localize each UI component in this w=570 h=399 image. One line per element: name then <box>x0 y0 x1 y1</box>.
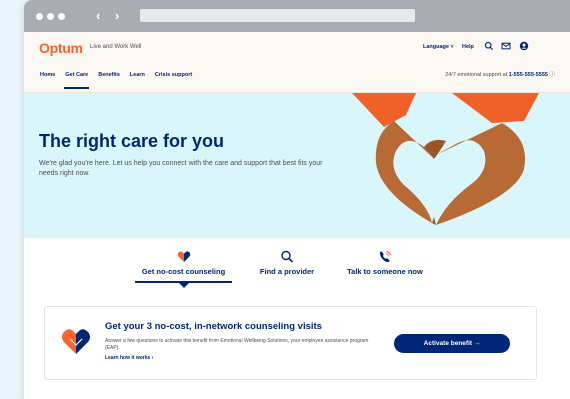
counseling-card: Get your 3 no-cost, in-network counselin… <box>44 306 537 380</box>
activate-benefit-button[interactable]: Activate benefit → <box>394 334 510 353</box>
tagline: Live and Work Well <box>90 44 142 50</box>
address-bar[interactable] <box>140 9 415 22</box>
card-title: Get your 3 no-cost, in-network counselin… <box>105 321 322 332</box>
language-selector[interactable]: Language ˅ <box>423 44 454 50</box>
support-phone-link[interactable]: 1-555-555-5555 <box>509 72 548 78</box>
tab-find-provider[interactable]: Find a provider <box>252 250 322 276</box>
search-icon[interactable] <box>484 41 494 51</box>
nav-home[interactable]: Home <box>40 72 55 78</box>
account-icon[interactable] <box>519 41 529 51</box>
info-icon[interactable]: ⓘ <box>549 72 555 78</box>
magnifier-icon <box>281 250 294 263</box>
nav-benefits[interactable]: Benefits <box>98 72 120 78</box>
hero-title: The right care for you <box>39 131 225 151</box>
tab-label-provider: Find a provider <box>259 267 315 276</box>
tab-talk-now[interactable]: Talk to someone now <box>340 250 430 276</box>
heart-hands-icon <box>177 251 190 262</box>
forward-arrow-icon[interactable]: › <box>115 8 119 23</box>
optum-logo[interactable]: Optum <box>39 40 83 56</box>
browser-window: ‹ › Optum Live and Work Well Language ˅ … <box>24 0 570 399</box>
nav-learn[interactable]: Learn <box>130 72 145 78</box>
browser-chrome: ‹ › <box>24 0 570 32</box>
learn-how-link[interactable]: Learn how it works › <box>105 355 153 361</box>
hero-banner: The right care for you We're glad you're… <box>24 93 570 238</box>
phone-icon <box>379 251 391 263</box>
tab-label-counseling: Get no-cost counseling <box>141 267 226 276</box>
nav-crisis-support[interactable]: Crisis support <box>155 72 192 78</box>
tab-label-talk: Talk to someone now <box>347 267 423 276</box>
tab-no-cost-counseling[interactable]: Get no-cost counseling <box>135 250 232 276</box>
card-description: Answer a few questions to activate this … <box>105 338 369 351</box>
mail-icon[interactable] <box>501 41 511 51</box>
heart-hands-illustration <box>352 93 539 225</box>
hero-subtitle: We're glad you're here. Let us help you … <box>39 160 323 177</box>
back-arrow-icon[interactable]: ‹ <box>96 8 100 23</box>
help-link[interactable]: Help <box>462 44 474 50</box>
active-tab-caret <box>179 283 189 288</box>
support-line: 24/7 emotional support at 1-555-555-5555… <box>445 72 555 78</box>
window-minimize-dot[interactable] <box>47 13 54 20</box>
heart-hands-icon <box>62 329 90 354</box>
site-header: Optum Live and Work Well Language ˅ Help… <box>24 32 570 93</box>
main-nav: Home Get Care Benefits Learn Crisis supp… <box>40 72 202 89</box>
nav-get-care[interactable]: Get Care <box>64 72 90 89</box>
window-close-dot[interactable] <box>36 13 43 20</box>
window-maximize-dot[interactable] <box>58 13 65 20</box>
